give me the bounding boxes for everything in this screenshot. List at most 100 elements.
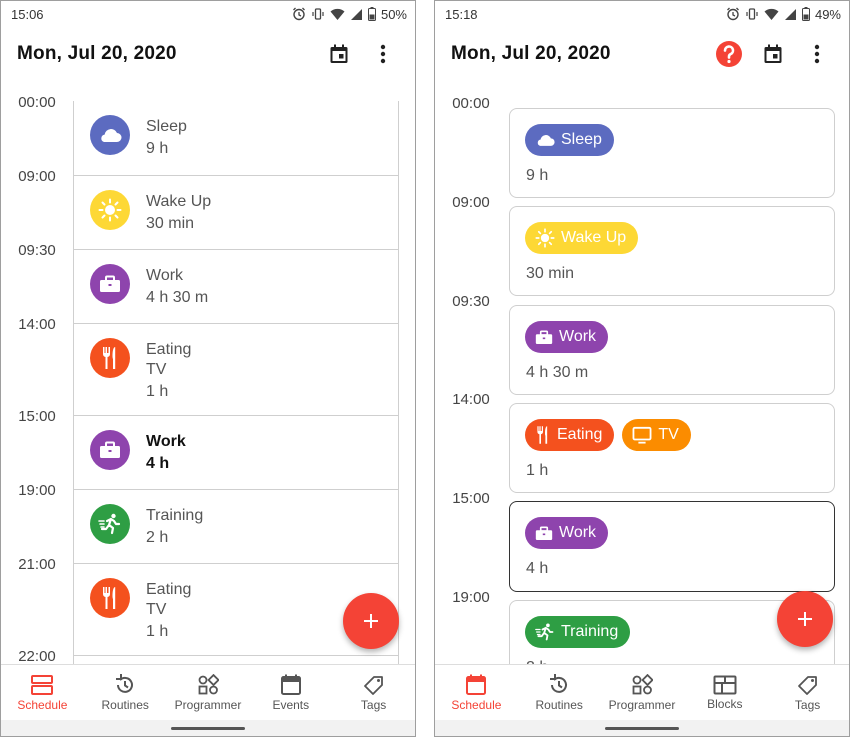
chip-label: Sleep bbox=[561, 131, 602, 148]
more-vert-icon bbox=[380, 44, 386, 64]
block-duration: 9 h bbox=[146, 140, 169, 157]
block-list: Sleep 9 h Wake Up 30 min Work 4 h 30 m Eati… bbox=[73, 101, 399, 664]
overflow-menu-button[interactable] bbox=[365, 36, 401, 72]
time-label: 22:00 bbox=[18, 648, 56, 664]
block-duration: 9 h bbox=[526, 167, 549, 184]
block-duration: 1 h bbox=[146, 623, 169, 640]
block-card[interactable]: Wake Up 30 min bbox=[509, 206, 835, 296]
overflow-menu-button[interactable] bbox=[799, 36, 835, 72]
calendar-button[interactable] bbox=[321, 36, 357, 72]
tag-chip[interactable]: Training bbox=[525, 616, 631, 648]
block-card-selected[interactable]: Work 4 h bbox=[509, 501, 835, 592]
chip-label: Work bbox=[559, 524, 597, 541]
home-indicator[interactable] bbox=[171, 727, 245, 730]
tag-chip[interactable]: TV bbox=[622, 419, 691, 451]
block-name: Eating bbox=[146, 341, 192, 358]
list-item[interactable]: Sleep 9 h bbox=[74, 101, 398, 175]
block-duration: 30 min bbox=[526, 265, 575, 282]
battery-level: 50% bbox=[380, 6, 407, 22]
page-title: Mon, Jul 20, 2020 bbox=[451, 43, 611, 64]
time-label: 14:00 bbox=[452, 391, 490, 408]
help-icon bbox=[716, 41, 742, 67]
nav-tags[interactable]: Tags bbox=[332, 665, 415, 720]
list-item[interactable]: Work 4 h bbox=[74, 415, 398, 489]
nav-blocks[interactable]: Blocks bbox=[683, 665, 766, 720]
schedule-icon bbox=[31, 674, 54, 695]
briefcase-icon bbox=[535, 330, 553, 344]
chip-label: Eating bbox=[557, 426, 603, 443]
nav-routines[interactable]: Routines bbox=[84, 665, 167, 720]
tag-chip[interactable]: Work bbox=[525, 321, 609, 353]
calendar-icon bbox=[330, 44, 348, 63]
chip-label: TV bbox=[658, 426, 679, 443]
nav-label: Tags bbox=[794, 697, 821, 712]
time-label: 09:00 bbox=[18, 168, 56, 185]
schedule-cards: 00:00 09:00 09:30 14:00 15:00 19:00 Slee… bbox=[435, 81, 849, 664]
list-item[interactable]: Eating TV 1 h bbox=[74, 323, 398, 415]
shapes-icon bbox=[632, 673, 653, 694]
alarm-icon bbox=[727, 7, 739, 21]
status-bar: 15:06 50% bbox=[1, 1, 415, 27]
nav-schedule[interactable]: Schedule bbox=[435, 665, 518, 720]
block-duration: 1 h bbox=[146, 383, 169, 400]
battery-level: 49% bbox=[814, 6, 841, 22]
calendar-button[interactable] bbox=[755, 36, 791, 72]
block-card[interactable]: Eating TV 1 h bbox=[509, 403, 835, 493]
tag-icon bbox=[363, 675, 383, 695]
tag-chip[interactable]: Eating bbox=[525, 419, 615, 451]
nav-programmer[interactable]: Programmer bbox=[601, 665, 684, 720]
phone-screen-cards: 15:18 49% Mon, Jul 20, 2020 00:00 09:00 … bbox=[434, 0, 850, 737]
wifi-icon bbox=[764, 8, 779, 20]
plus-icon bbox=[364, 614, 378, 628]
tag-chip[interactable]: Wake Up bbox=[525, 222, 639, 254]
running-icon bbox=[90, 504, 130, 544]
signal-icon bbox=[350, 8, 362, 20]
schedule-list: 00:00 09:00 09:30 14:00 15:00 19:00 21:0… bbox=[1, 81, 415, 664]
block-name: Sleep bbox=[146, 118, 187, 135]
briefcase-icon bbox=[535, 526, 553, 540]
vibrate-icon bbox=[312, 8, 324, 20]
chip-label: Wake Up bbox=[561, 229, 627, 246]
calendar-icon bbox=[466, 674, 487, 695]
history-icon bbox=[116, 673, 134, 693]
block-duration: 4 h bbox=[526, 560, 549, 577]
battery-icon bbox=[801, 7, 810, 21]
fork-knife-icon bbox=[90, 578, 130, 618]
nav-tags[interactable]: Tags bbox=[766, 665, 849, 720]
fork-knife-icon bbox=[537, 426, 548, 444]
cloud-icon bbox=[537, 135, 555, 146]
tag-chip[interactable]: Sleep bbox=[525, 124, 614, 156]
page-title: Mon, Jul 20, 2020 bbox=[17, 43, 177, 64]
block-name: Training bbox=[146, 507, 204, 524]
plus-icon bbox=[798, 612, 812, 626]
block-duration: 4 h 30 m bbox=[526, 364, 589, 381]
list-item[interactable]: Training 2 h bbox=[74, 489, 398, 563]
nav-programmer[interactable]: Programmer bbox=[167, 665, 250, 720]
wifi-icon bbox=[330, 8, 345, 20]
time-label: 00:00 bbox=[18, 94, 56, 111]
list-item[interactable]: Work 4 h 30 m bbox=[74, 249, 398, 323]
bottom-navigation: Schedule Routines Programmer Blocks Tags bbox=[435, 664, 849, 720]
nav-routines[interactable]: Routines bbox=[518, 665, 601, 720]
time-label: 15:00 bbox=[18, 408, 56, 425]
block-name: Eating bbox=[146, 581, 192, 598]
list-item[interactable] bbox=[74, 655, 398, 664]
list-item[interactable]: Wake Up 30 min bbox=[74, 175, 398, 249]
status-time: 15:18 bbox=[445, 6, 478, 22]
nav-label: Programmer bbox=[608, 697, 676, 712]
time-label: 21:00 bbox=[18, 556, 56, 573]
nav-schedule[interactable]: Schedule bbox=[1, 665, 84, 720]
block-card[interactable]: Work 4 h 30 m bbox=[509, 305, 835, 395]
block-name: Work bbox=[146, 267, 184, 284]
add-button[interactable] bbox=[777, 591, 833, 647]
nav-events[interactable]: Events bbox=[249, 665, 332, 720]
alarm-icon bbox=[293, 7, 305, 21]
block-card[interactable]: Sleep 9 h bbox=[509, 108, 835, 198]
cloud-icon bbox=[90, 115, 130, 155]
add-button[interactable] bbox=[343, 593, 399, 649]
tag-chip[interactable]: Work bbox=[525, 517, 609, 549]
phone-screen-list: 15:06 50% Mon, Jul 20, 2020 00:00 09:00 … bbox=[0, 0, 416, 737]
tag-icon bbox=[797, 675, 817, 695]
home-indicator[interactable] bbox=[605, 727, 679, 730]
help-button[interactable] bbox=[711, 36, 747, 72]
